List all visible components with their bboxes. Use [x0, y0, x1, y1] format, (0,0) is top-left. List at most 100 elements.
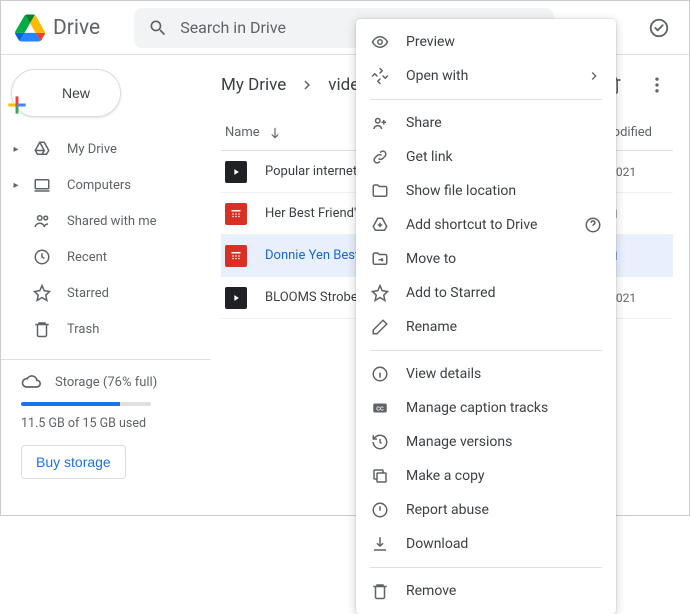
menu-item-folder[interactable]: Show file location	[356, 174, 616, 208]
sidebar-item-label: Computers	[67, 178, 131, 193]
sidebar-item-label: Starred	[67, 286, 109, 301]
menu-item-eye[interactable]: Preview	[356, 25, 616, 59]
sort-ascending-icon	[268, 126, 282, 140]
file-thumbnail	[225, 161, 247, 183]
sidebar-item-mydrive[interactable]: ▸ My Drive	[1, 131, 211, 167]
recent-icon	[31, 248, 53, 266]
menu-item-label: Manage versions	[406, 434, 512, 450]
menu-item-label: Open with	[406, 68, 468, 84]
breadcrumb-item[interactable]: vide	[328, 75, 359, 95]
logo[interactable]: Drive	[15, 14, 100, 42]
menu-item-label: Download	[406, 536, 468, 552]
shortcut-icon	[370, 215, 390, 235]
report-icon	[370, 500, 390, 520]
more-actions-button[interactable]	[641, 69, 673, 101]
rename-icon	[370, 317, 390, 337]
sidebar-item-recent[interactable]: Recent	[1, 239, 211, 275]
storage-used-text: 11.5 GB of 15 GB used	[21, 416, 191, 431]
cc-icon: CC	[370, 398, 390, 418]
ready-offline-icon[interactable]	[643, 12, 675, 44]
menu-item-download[interactable]: Download	[356, 527, 616, 561]
storage-progress-fill	[21, 402, 120, 406]
buy-storage-button[interactable]: Buy storage	[21, 445, 126, 479]
openwith-icon	[370, 66, 390, 86]
file-thumbnail	[225, 245, 247, 267]
menu-item-share[interactable]: Share	[356, 106, 616, 140]
sidebar: New ▸ My Drive ▸Computers Shared with me Rec…	[1, 55, 211, 515]
download-icon	[370, 534, 390, 554]
sidebar-item-star[interactable]: Starred	[1, 275, 211, 311]
info-icon	[370, 364, 390, 384]
chevron-right-icon	[586, 68, 602, 84]
expand-icon: ▸	[7, 144, 25, 155]
search-placeholder: Search in Drive	[180, 18, 286, 37]
breadcrumb-item[interactable]: My Drive	[221, 75, 286, 95]
menu-item-label: Make a copy	[406, 468, 485, 484]
menu-item-trash[interactable]: Remove	[356, 574, 616, 608]
menu-divider	[370, 99, 602, 100]
menu-item-label: View details	[406, 366, 481, 382]
storage-section: Storage (76% full) 11.5 GB of 15 GB used…	[1, 372, 211, 479]
menu-divider	[370, 567, 602, 568]
context-menu: Preview Open with Share Get link Show file l…	[356, 19, 616, 614]
storage-link[interactable]: Storage (76% full)	[21, 372, 191, 392]
menu-item-star[interactable]: Add to Starred	[356, 276, 616, 310]
sidebar-item-trash[interactable]: Trash	[1, 311, 211, 347]
sidebar-item-shared[interactable]: Shared with me	[1, 203, 211, 239]
new-button[interactable]: New	[11, 69, 121, 117]
storage-label: Storage (76% full)	[55, 375, 157, 390]
storage-progress	[21, 402, 151, 406]
app-title: Drive	[53, 16, 100, 40]
menu-item-versions[interactable]: Manage versions	[356, 425, 616, 459]
menu-item-rename[interactable]: Rename	[356, 310, 616, 344]
sidebar-item-label: Shared with me	[67, 214, 157, 229]
computers-icon	[31, 176, 53, 194]
menu-item-label: Remove	[406, 583, 456, 599]
new-button-label: New	[62, 85, 90, 101]
moveto-icon	[370, 249, 390, 269]
buy-storage-label: Buy storage	[36, 454, 111, 470]
menu-item-shortcut[interactable]: Add shortcut to Drive	[356, 208, 616, 242]
star-icon	[31, 284, 53, 302]
shared-icon	[31, 212, 53, 230]
help-icon	[584, 216, 602, 234]
versions-icon	[370, 432, 390, 452]
menu-divider	[370, 350, 602, 351]
trash-icon	[31, 320, 53, 338]
menu-item-copy[interactable]: Make a copy	[356, 459, 616, 493]
cloud-icon	[21, 372, 41, 392]
share-icon	[370, 113, 390, 133]
menu-item-label: Rename	[406, 319, 457, 335]
plus-icon	[28, 68, 52, 118]
star-icon	[370, 283, 390, 303]
menu-item-label: Add to Starred	[406, 285, 495, 301]
file-thumbnail	[225, 203, 247, 225]
sidebar-item-label: My Drive	[67, 142, 117, 157]
menu-item-report[interactable]: Report abuse	[356, 493, 616, 527]
sidebar-item-computers[interactable]: ▸Computers	[1, 167, 211, 203]
menu-item-label: Show file location	[406, 183, 516, 199]
drive-logo-icon	[15, 14, 45, 42]
menu-item-label: Preview	[406, 34, 455, 50]
chevron-right-icon	[298, 76, 316, 94]
menu-item-moveto[interactable]: Move to	[356, 242, 616, 276]
menu-item-label: Get link	[406, 149, 453, 165]
trash-icon	[370, 581, 390, 601]
copy-icon	[370, 466, 390, 486]
search-icon	[148, 18, 168, 38]
column-name-label: Name	[225, 125, 260, 140]
menu-item-label: Share	[406, 115, 442, 131]
menu-item-label: Move to	[406, 251, 456, 267]
menu-item-cc[interactable]: CCManage caption tracks	[356, 391, 616, 425]
menu-item-link[interactable]: Get link	[356, 140, 616, 174]
mydrive-icon	[31, 140, 53, 158]
link-icon	[370, 147, 390, 167]
sidebar-item-label: Recent	[67, 250, 107, 265]
divider	[1, 359, 211, 360]
menu-item-info[interactable]: View details	[356, 357, 616, 391]
svg-text:CC: CC	[376, 406, 384, 412]
menu-item-openwith[interactable]: Open with	[356, 59, 616, 93]
folder-icon	[370, 181, 390, 201]
file-thumbnail	[225, 287, 247, 309]
eye-icon	[370, 32, 390, 52]
